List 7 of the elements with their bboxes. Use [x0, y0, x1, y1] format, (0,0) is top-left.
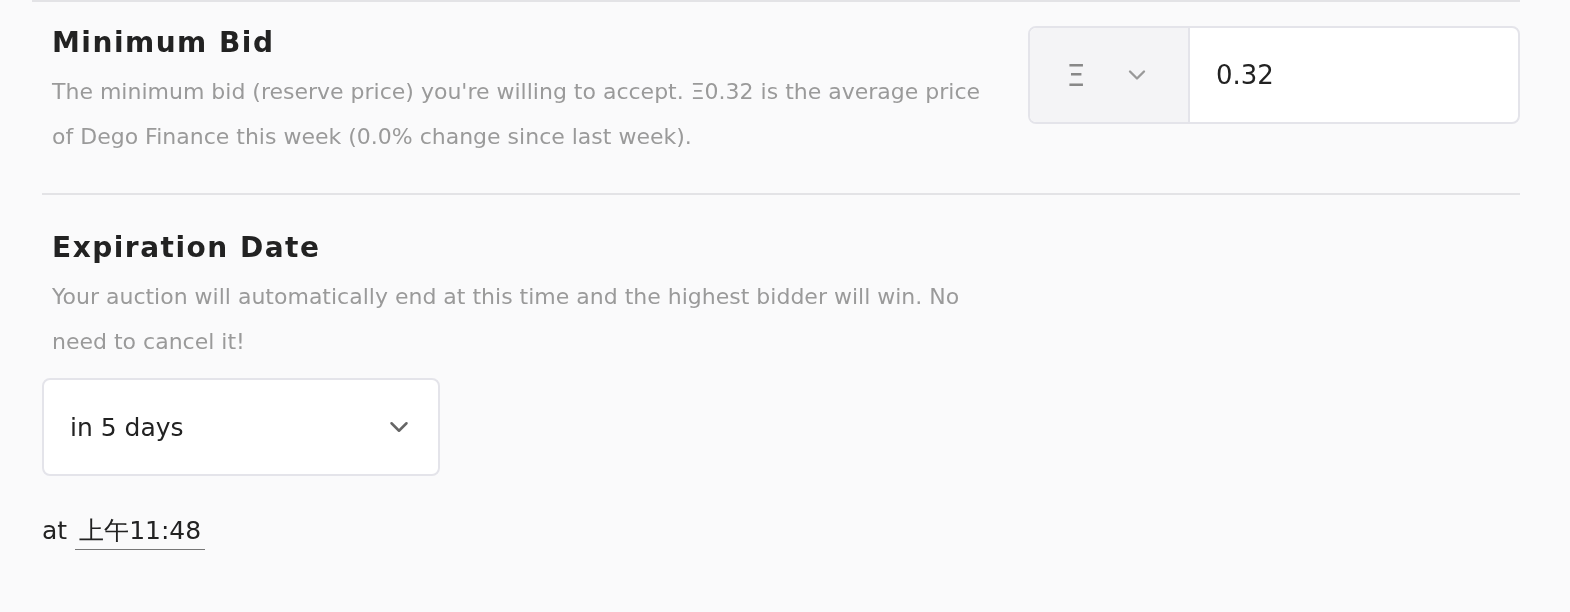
- time-label: at: [42, 516, 68, 545]
- duration-select[interactable]: in 5 days: [42, 378, 440, 476]
- section-description: Your auction will automatically end at this time and the highest bidder will win. No need to cancel it!: [52, 283, 961, 356]
- section-title: Expiration Date: [52, 231, 322, 264]
- section-title: Minimum Bid: [52, 26, 276, 59]
- time-field[interactable]: 上午11:48: [75, 514, 206, 550]
- section-description: The minimum bid (reserve price) you're willing to accept. Ξ0.32 is the average price of Dego Finance this week (0.0% change since last week).: [52, 78, 982, 151]
